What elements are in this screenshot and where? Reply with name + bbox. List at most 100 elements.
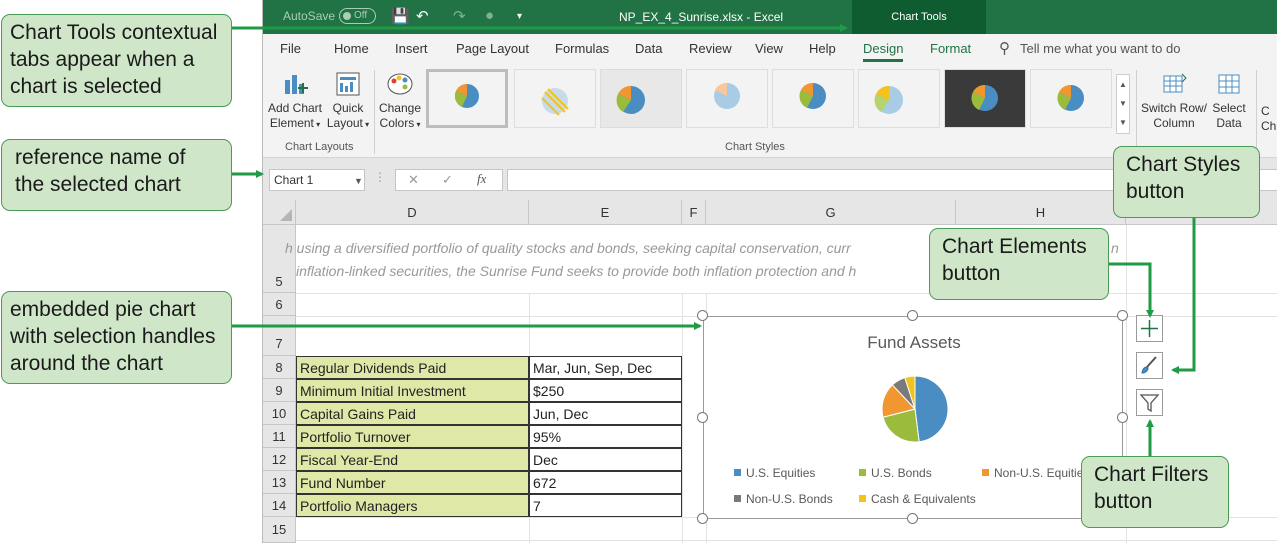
cancel-icon[interactable]: ✕ (408, 172, 419, 188)
legend-entry[interactable]: Cash & Equivalents (859, 492, 976, 506)
callout-contextual-tabs: Chart Tools contextual tabs appear when … (1, 14, 232, 107)
selection-handle[interactable] (1117, 310, 1128, 321)
column-header-f[interactable]: F (682, 200, 706, 225)
tab-formulas[interactable]: Formulas (555, 41, 609, 56)
chart-style-thumb[interactable] (514, 69, 596, 128)
chart-style-thumb[interactable] (600, 69, 682, 128)
row-header-5[interactable]: 5 (263, 225, 296, 293)
column-header-h[interactable]: H (956, 200, 1126, 225)
chart-style-thumb[interactable] (426, 69, 508, 128)
change-chart-type-button[interactable]: C Ch (1261, 104, 1277, 134)
selection-handle[interactable] (907, 310, 918, 321)
insert-function-icon[interactable]: fx (477, 171, 486, 187)
table-label-cell[interactable]: Minimum Initial Investment (296, 379, 529, 402)
legend-entry[interactable]: Non-U.S. Bonds (734, 492, 833, 506)
chart-styles-button[interactable] (1136, 352, 1163, 379)
chart-style-thumb[interactable] (944, 69, 1026, 128)
tab-data[interactable]: Data (635, 41, 662, 56)
selection-handle[interactable] (697, 513, 708, 524)
table-value-cell[interactable]: Jun, Dec (529, 402, 682, 425)
table-label-cell[interactable]: Portfolio Turnover (296, 425, 529, 448)
customize-toolbar-icon[interactable]: ▾ (517, 11, 522, 22)
table-value-cell[interactable]: Mar, Jun, Sep, Dec (529, 356, 682, 379)
row-header-7[interactable]: 7 (263, 316, 296, 356)
table-value-cell[interactable]: 7 (529, 494, 682, 517)
change-colors-button[interactable]: Change Colors ▾ (377, 70, 423, 132)
table-value-cell[interactable]: 95% (529, 425, 682, 448)
chart-style-thumb[interactable] (858, 69, 940, 128)
selection-handle[interactable] (697, 310, 708, 321)
table-value-cell[interactable]: 672 (529, 471, 682, 494)
row-header-6[interactable]: 6 (263, 293, 296, 316)
undo-icon[interactable]: ↶ (416, 7, 429, 25)
switch-row-column-icon (1163, 73, 1187, 93)
record-icon[interactable]: ● (485, 7, 494, 24)
drag-handle-icon[interactable]: ⋮ (374, 170, 386, 184)
tab-format[interactable]: Format (930, 41, 971, 56)
tab-help[interactable]: Help (809, 41, 836, 56)
scroll-down-icon[interactable]: ▼ (1119, 99, 1127, 108)
chart-style-thumb[interactable] (772, 69, 854, 128)
gallery-scroll[interactable]: ▲ ▼ ▼ (1116, 74, 1130, 134)
select-data-button[interactable]: Select Data (1207, 70, 1251, 131)
select-all-button[interactable] (263, 200, 296, 225)
enter-icon[interactable]: ✓ (442, 172, 453, 188)
legend-swatch (859, 495, 866, 502)
callout-chart-filters: Chart Filters button (1081, 456, 1229, 528)
chart-style-thumb[interactable] (1030, 69, 1112, 128)
pie-slice[interactable] (914, 375, 949, 443)
tab-insert[interactable]: Insert (395, 41, 428, 56)
chart-tools-contextual-label: Chart Tools (852, 0, 986, 34)
tab-review[interactable]: Review (689, 41, 732, 56)
tab-file[interactable]: File (280, 41, 301, 56)
tab-design[interactable]: Design (863, 41, 904, 62)
tab-home[interactable]: Home (334, 41, 369, 56)
table-label-cell[interactable]: Capital Gains Paid (296, 402, 529, 425)
pie-plot[interactable] (880, 374, 950, 444)
table-label-cell[interactable]: Fund Number (296, 471, 529, 494)
table-value-cell[interactable]: Dec (529, 448, 682, 471)
row-header-11[interactable]: 11 (263, 425, 296, 448)
save-icon[interactable]: 💾 (391, 7, 410, 25)
table-label-cell[interactable]: Portfolio Managers (296, 494, 529, 517)
callout-line: Chart Filters (1094, 463, 1209, 486)
chevron-down-icon: ▾ (313, 120, 321, 129)
selection-handle[interactable] (907, 513, 918, 524)
redo-icon[interactable]: ↷ (453, 7, 466, 25)
row-header-8[interactable]: 8 (263, 356, 296, 379)
chart-elements-button[interactable] (1136, 315, 1163, 342)
column-header-d[interactable]: D (296, 200, 529, 225)
table-label-cell[interactable]: Fiscal Year-End (296, 448, 529, 471)
column-header-g[interactable]: G (706, 200, 956, 225)
add-chart-element-icon (285, 75, 308, 94)
add-chart-element-button[interactable]: Add Chart Element ▾ (265, 70, 325, 132)
row-header-14[interactable]: 14 (263, 494, 296, 517)
embedded-pie-chart[interactable]: Fund Assets U.S. Equities U.S. Bonds Non… (703, 316, 1123, 519)
row-header-12[interactable]: 12 (263, 448, 296, 471)
row-header-13[interactable]: 13 (263, 471, 296, 494)
chart-title[interactable]: Fund Assets (704, 333, 1124, 353)
selection-handle[interactable] (1117, 412, 1128, 423)
column-header-e[interactable]: E (529, 200, 682, 225)
chart-style-thumb[interactable] (686, 69, 768, 128)
legend-entry[interactable]: U.S. Equities (734, 466, 815, 480)
row-header-10[interactable]: 10 (263, 402, 296, 425)
legend-entry[interactable]: U.S. Bonds (859, 466, 932, 480)
table-label-cell[interactable]: Regular Dividends Paid (296, 356, 529, 379)
selection-handle[interactable] (697, 412, 708, 423)
gallery-more-icon[interactable]: ▼ (1119, 118, 1127, 127)
scroll-up-icon[interactable]: ▲ (1119, 80, 1127, 89)
autosave-toggle[interactable]: Off (339, 8, 376, 24)
chart-filters-button[interactable] (1136, 389, 1163, 416)
tab-page-layout[interactable]: Page Layout (456, 41, 529, 56)
table-value-cell[interactable]: $250 (529, 379, 682, 402)
quick-layout-button[interactable]: Quick Layout ▾ (325, 70, 371, 132)
switch-row-column-label-1: Switch Row/ (1140, 101, 1208, 115)
name-box[interactable]: Chart 1 ▼ (269, 169, 365, 191)
chevron-down-icon[interactable]: ▼ (354, 171, 363, 191)
switch-row-column-button[interactable]: Switch Row/ Column (1139, 70, 1209, 131)
row-header-15[interactable]: 15 (263, 517, 296, 543)
tab-view[interactable]: View (755, 41, 783, 56)
row-header-9[interactable]: 9 (263, 379, 296, 402)
tell-me-box[interactable]: Tell me what you want to do (1020, 41, 1180, 56)
